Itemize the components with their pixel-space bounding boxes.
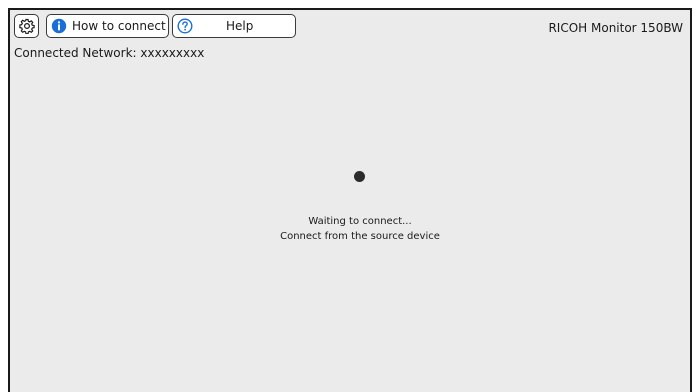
help-label: Help [226, 19, 254, 33]
monitor-screen: How to connect Help RICOH Monitor 150BW … [8, 8, 692, 392]
waiting-status-text: Waiting to connect... [308, 216, 412, 227]
how-to-connect-label: How to connect [72, 19, 166, 33]
connect-instruction-text: Connect from the source device [280, 231, 440, 242]
waiting-indicator-dot [354, 171, 365, 182]
monitor-name: RICOH Monitor 150BW [548, 21, 683, 35]
settings-button[interactable] [14, 14, 39, 38]
gear-icon [18, 18, 35, 34]
help-button[interactable]: Help [172, 14, 296, 38]
connected-network-text: Connected Network: xxxxxxxxx [14, 46, 205, 60]
toolbar: How to connect Help [14, 14, 296, 38]
info-circle-icon [51, 18, 67, 34]
question-circle-icon [177, 18, 193, 34]
how-to-connect-button[interactable]: How to connect [46, 14, 169, 38]
